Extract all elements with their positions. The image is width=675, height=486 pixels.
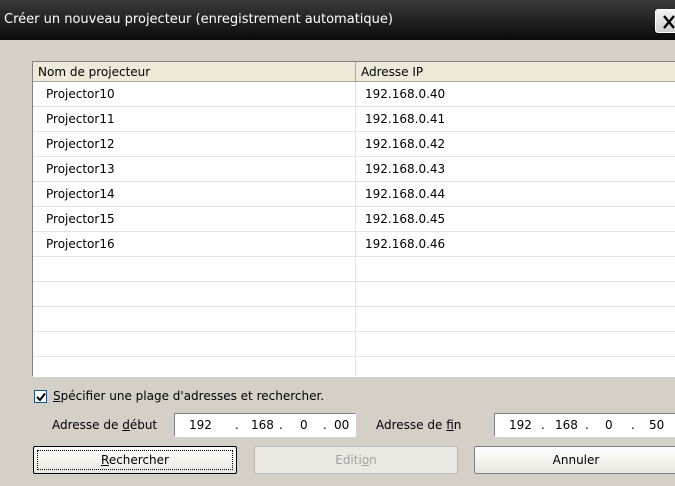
projector-ip: 192.168.0.40 [365,87,446,101]
projector-name: Projector12 [46,137,115,151]
start-ip-octet-3[interactable]: 0 [300,418,308,432]
projector-name: Projector11 [46,112,115,126]
cancel-button[interactable]: Annuler [474,446,675,474]
table-row[interactable]: Projector10 192.168.0.40 [33,82,675,107]
title-bar: Créer un nouveau projecteur (enregistrem… [0,0,675,40]
empty-row [33,357,675,376]
table-row[interactable]: Projector11 192.168.0.41 [33,107,675,132]
empty-row [33,307,675,332]
projector-ip: 192.168.0.46 [365,237,446,251]
specify-range-checkbox[interactable] [34,390,47,403]
empty-row [33,282,675,307]
start-ip-octet-1[interactable]: 192 [189,418,212,432]
ip-dot: . [323,418,327,432]
dialog-window: Créer un nouveau projecteur (enregistrem… [0,0,675,486]
empty-row [33,257,675,282]
start-ip-field[interactable]: 192 . 168 . 0 . 00 [174,413,356,437]
dialog-title: Créer un nouveau projecteur (enregistrem… [4,12,393,27]
table-row[interactable]: Projector12 192.168.0.42 [33,132,675,157]
ip-dot: . [585,418,589,432]
end-ip-octet-3[interactable]: 0 [605,418,613,432]
table-row[interactable]: Projector16 192.168.0.46 [33,232,675,257]
end-ip-octet-4[interactable]: 50 [649,418,664,432]
ip-dot: . [631,418,635,432]
projector-ip: 192.168.0.43 [365,162,446,176]
end-ip-field[interactable]: 192 . 168 . 0 . 50 [494,413,675,437]
end-ip-octet-2[interactable]: 168 [555,418,578,432]
specify-range-label: Spécifier une plage d'adresses et recher… [53,389,325,403]
empty-row [33,332,675,357]
table-row[interactable]: Projector15 192.168.0.45 [33,207,675,232]
end-ip-octet-1[interactable]: 192 [509,418,532,432]
ip-dot: . [235,418,239,432]
projector-name: Projector13 [46,162,115,176]
column-header-name[interactable]: Nom de projecteur [33,62,356,82]
projector-list[interactable]: Nom de projecteur Adresse IP Projector10… [32,61,675,377]
projector-ip: 192.168.0.44 [365,187,446,201]
table-row[interactable]: Projector14 192.168.0.44 [33,182,675,207]
close-icon [663,15,675,29]
projector-name: Projector16 [46,237,115,251]
check-icon [36,392,46,402]
column-header-ip[interactable]: Adresse IP [356,62,675,82]
projector-ip: 192.168.0.41 [365,112,446,126]
table-row[interactable]: Projector13 192.168.0.43 [33,157,675,182]
projector-name: Projector14 [46,187,115,201]
close-button[interactable] [655,9,675,33]
edit-button[interactable]: Edition [254,446,458,474]
start-address-label: Adresse de début [52,418,158,432]
projector-ip: 192.168.0.45 [365,212,446,226]
end-address-label: Adresse de fin [376,418,462,432]
start-ip-octet-2[interactable]: 168 [251,418,274,432]
projector-name: Projector15 [46,212,115,226]
projector-name: Projector10 [46,87,115,101]
search-button[interactable]: Rechercher [33,446,237,474]
ip-dot: . [279,418,283,432]
projector-ip: 192.168.0.42 [365,137,446,151]
ip-dot: . [541,418,545,432]
start-ip-octet-4[interactable]: 00 [334,418,349,432]
